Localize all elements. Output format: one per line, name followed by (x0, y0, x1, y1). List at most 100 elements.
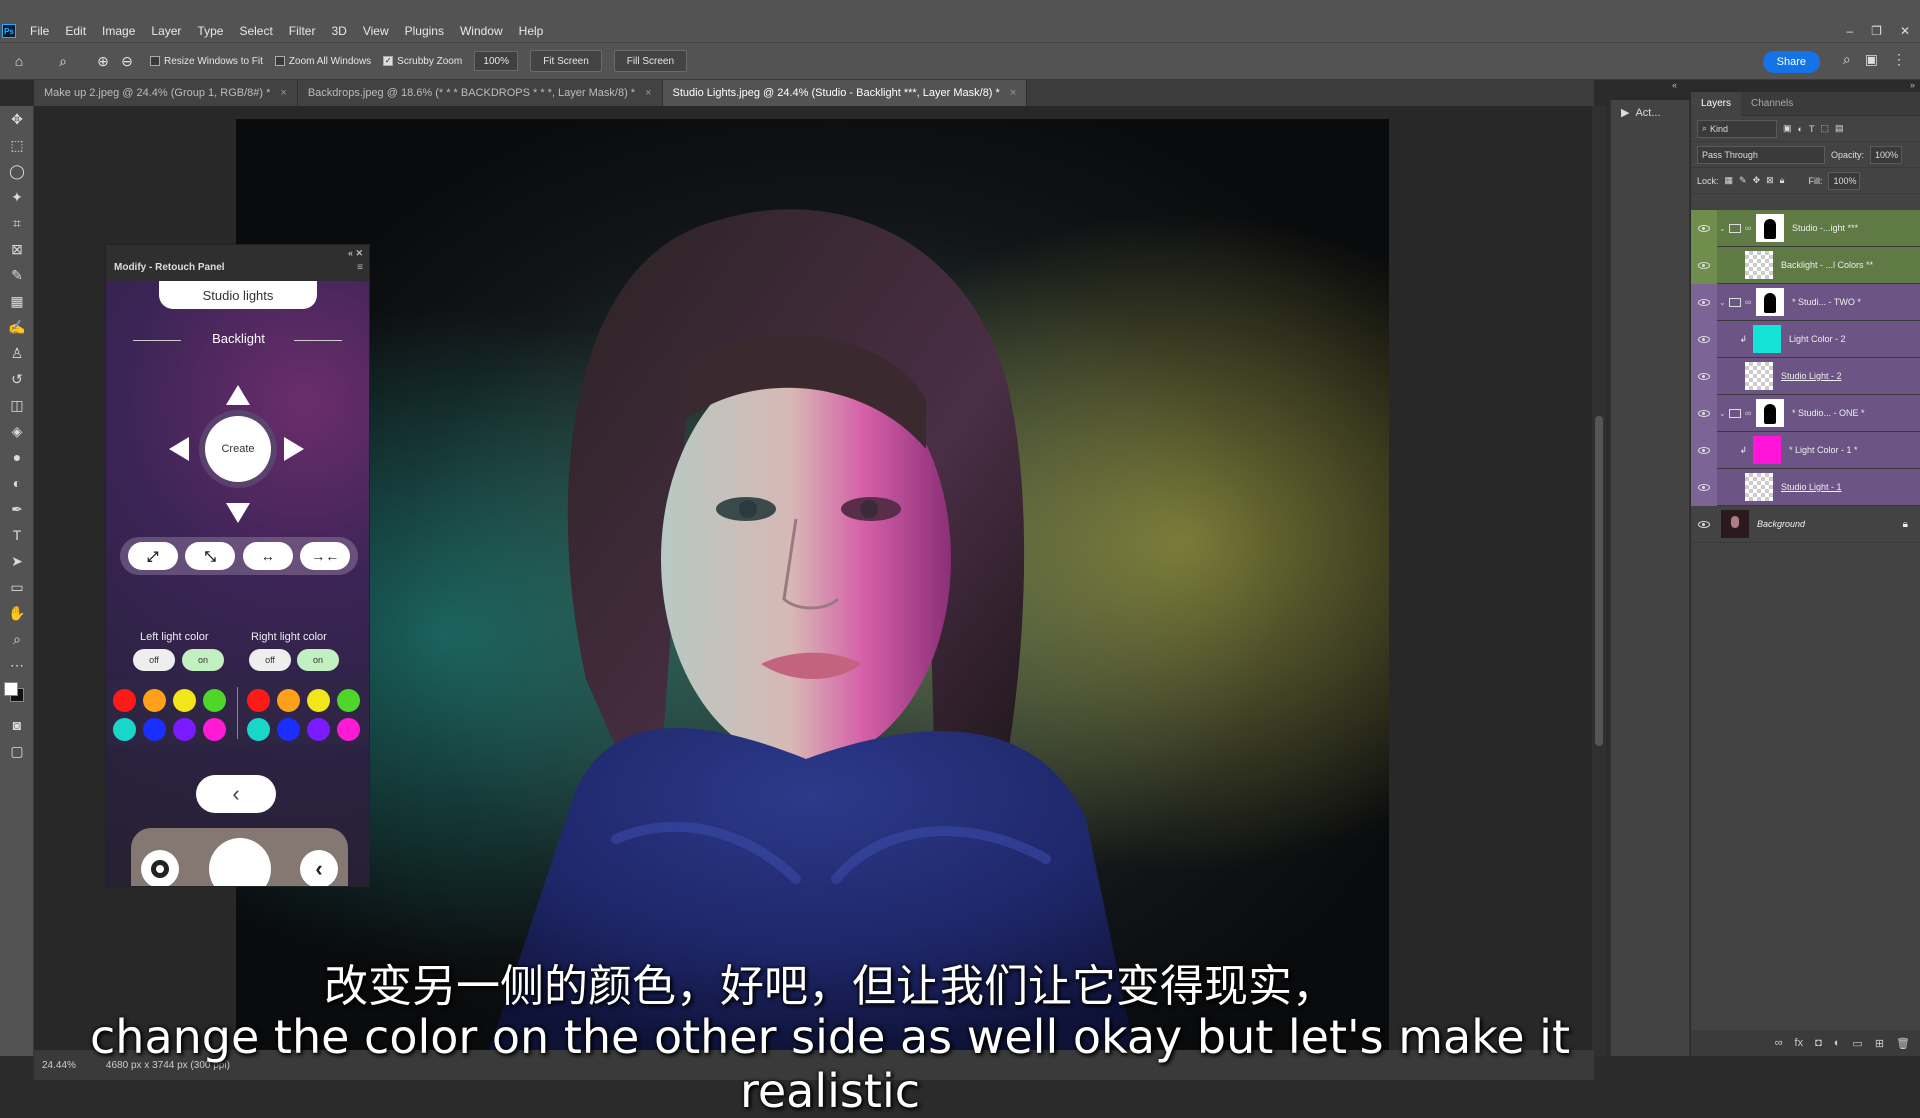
left-color-swatch[interactable] (203, 718, 226, 741)
menu-select[interactable]: Select (231, 24, 280, 38)
paint-bucket-icon[interactable]: ◈ (0, 418, 34, 444)
lock-position-icon[interactable]: ✥ (1753, 175, 1761, 186)
crop-tool-icon[interactable]: ⌗ (0, 210, 34, 236)
menu-filter[interactable]: Filter (281, 24, 324, 38)
eraser-icon[interactable]: ◫ (0, 392, 34, 418)
collapse-close-icon[interactable]: « ✕ (348, 248, 363, 259)
left-color-swatch[interactable] (143, 689, 166, 712)
restore-icon[interactable]: ❐ (1871, 24, 1882, 38)
right-color-swatch[interactable] (337, 718, 360, 741)
visibility-toggle[interactable] (1691, 246, 1717, 284)
hand-tool-icon[interactable]: ✋ (0, 600, 34, 626)
tab-channels[interactable]: Channels (1741, 92, 1803, 116)
lock-artboard-icon[interactable]: ⊠ (1766, 175, 1774, 186)
pixel-filter-icon[interactable]: ▣ (1783, 123, 1792, 134)
zoom-all-checkbox[interactable]: Zoom All Windows (274, 56, 371, 67)
menu-plugins[interactable]: Plugins (397, 24, 452, 38)
right-color-swatch[interactable] (277, 718, 300, 741)
rectangle-tool-icon[interactable]: ▭ (0, 574, 34, 600)
layer-row[interactable]: ⌄ ∞ Studio -...ight *** (1691, 209, 1920, 247)
blur-tool-icon[interactable]: ● (0, 444, 34, 470)
vertical-scrollbar[interactable] (1592, 106, 1606, 1056)
blend-mode-select[interactable]: Pass Through (1697, 145, 1825, 164)
clone-stamp-icon[interactable]: ♙ (0, 340, 34, 366)
left-off-toggle[interactable]: off (133, 649, 175, 671)
pen-tool-icon[interactable]: ✒ (0, 496, 34, 522)
lock-all-icon[interactable]: 🔒︎ (1780, 175, 1785, 186)
home-icon[interactable]: ⌂ (8, 50, 30, 72)
delete-layer-icon[interactable]: 🗑︎ (1896, 1037, 1910, 1050)
expand-arrow-icon[interactable]: ⌄ (1719, 298, 1729, 307)
menu-edit[interactable]: Edit (57, 24, 94, 38)
visibility-toggle[interactable] (1691, 468, 1717, 506)
panel-menu-icon[interactable]: ≡ (357, 262, 363, 273)
zoom-out-icon[interactable]: ⊖ (116, 50, 138, 72)
more-icon[interactable]: ⋮ (1892, 51, 1906, 68)
collapse-panels-icon[interactable]: » (1910, 80, 1915, 90)
layer-row[interactable]: ↲ * Light Color - 1 * (1691, 431, 1920, 469)
back-button[interactable]: ‹ (196, 775, 276, 813)
healing-brush-icon[interactable]: ▦ (0, 288, 34, 314)
resize-windows-checkbox[interactable]: Resize Windows to Fit (150, 56, 263, 67)
left-on-toggle[interactable]: on (182, 649, 224, 671)
expand-arrow-icon[interactable]: ⌄ (1719, 224, 1729, 233)
adjustment-filter-icon[interactable]: ◐ (1798, 124, 1803, 134)
layer-row[interactable]: ⌄ ∞ * Studio... - ONE * (1691, 394, 1920, 432)
right-color-swatch[interactable] (307, 718, 330, 741)
menu-image[interactable]: Image (94, 24, 143, 38)
zoom-in-icon[interactable]: ⊕ (92, 50, 114, 72)
fill-field[interactable]: 100% (1828, 171, 1861, 190)
move-tool-icon[interactable]: ✥ (0, 106, 34, 132)
fill-screen-button[interactable]: Fill Screen (613, 50, 688, 72)
link-layers-icon[interactable]: ∞ (1775, 1037, 1783, 1049)
menu-window[interactable]: Window (452, 24, 511, 38)
collapse-panels-icon[interactable]: « (1672, 80, 1677, 90)
layer-row[interactable]: ↲ Light Color - 2 (1691, 320, 1920, 358)
arrow-left-icon[interactable] (169, 437, 189, 461)
tab-studio-lights[interactable]: Studio Lights.jpeg @ 24.4% (Studio - Bac… (662, 80, 1028, 106)
search-icon[interactable]: ⌕ (1843, 51, 1851, 68)
right-off-toggle[interactable]: off (249, 649, 291, 671)
lock-pixels-icon[interactable]: ✎ (1739, 175, 1747, 186)
visibility-toggle[interactable] (1691, 209, 1717, 247)
tab-layers[interactable]: Layers (1691, 91, 1742, 116)
close-icon[interactable]: × (280, 87, 286, 99)
visibility-toggle[interactable] (1691, 394, 1717, 432)
retouch-panel-header[interactable]: Modify - Retouch Panel « ✕ ≡ (106, 245, 369, 281)
new-layer-icon[interactable]: ⊞ (1875, 1037, 1884, 1050)
fit-screen-button[interactable]: Fit Screen (530, 50, 602, 72)
layer-row[interactable]: ⌄ ∞ * Studi... - TWO * (1691, 283, 1920, 321)
shape-filter-icon[interactable]: ⬚ (1820, 123, 1829, 134)
previous-icon[interactable]: ‹ (300, 850, 338, 886)
menu-3d[interactable]: 3D (323, 24, 354, 38)
widen-icon[interactable]: ↔ (242, 542, 293, 570)
minimize-icon[interactable]: – (1846, 24, 1853, 38)
menu-file[interactable]: File (22, 24, 57, 38)
visibility-toggle[interactable] (1691, 506, 1717, 543)
menu-layer[interactable]: Layer (143, 24, 189, 38)
visibility-toggle[interactable] (1691, 357, 1717, 395)
left-color-swatch[interactable] (203, 689, 226, 712)
brush-tool-icon[interactable]: ✍ (0, 314, 34, 340)
right-color-swatch[interactable] (277, 689, 300, 712)
filter-kind-select[interactable]: ⌕ Kind (1697, 119, 1777, 138)
layer-row[interactable]: Studio Light - 2 (1691, 357, 1920, 395)
share-button[interactable]: Share (1762, 51, 1820, 73)
quick-mask-icon[interactable]: ◙ (0, 712, 34, 738)
marquee-tool-icon[interactable]: ⬚ (0, 132, 34, 158)
arrow-down-icon[interactable] (226, 503, 250, 523)
left-color-swatch[interactable] (113, 689, 136, 712)
right-color-swatch[interactable] (307, 689, 330, 712)
close-icon[interactable]: × (645, 87, 651, 99)
type-filter-icon[interactable]: T (1809, 124, 1815, 134)
right-on-toggle[interactable]: on (297, 649, 339, 671)
layer-row[interactable]: Backlight - ...l Colors ** (1691, 246, 1920, 284)
main-action-button[interactable] (209, 838, 271, 886)
more-tools-icon[interactable]: ⋯ (0, 652, 34, 678)
new-group-icon[interactable]: ▭ (1852, 1037, 1862, 1050)
zoom-value-field[interactable]: 100% (474, 51, 519, 71)
settings-icon[interactable] (141, 850, 179, 886)
dodge-tool-icon[interactable]: ◐ (0, 470, 34, 496)
expand-icon[interactable]: ⤢ (127, 542, 178, 570)
magic-wand-icon[interactable]: ✦ (0, 184, 34, 210)
